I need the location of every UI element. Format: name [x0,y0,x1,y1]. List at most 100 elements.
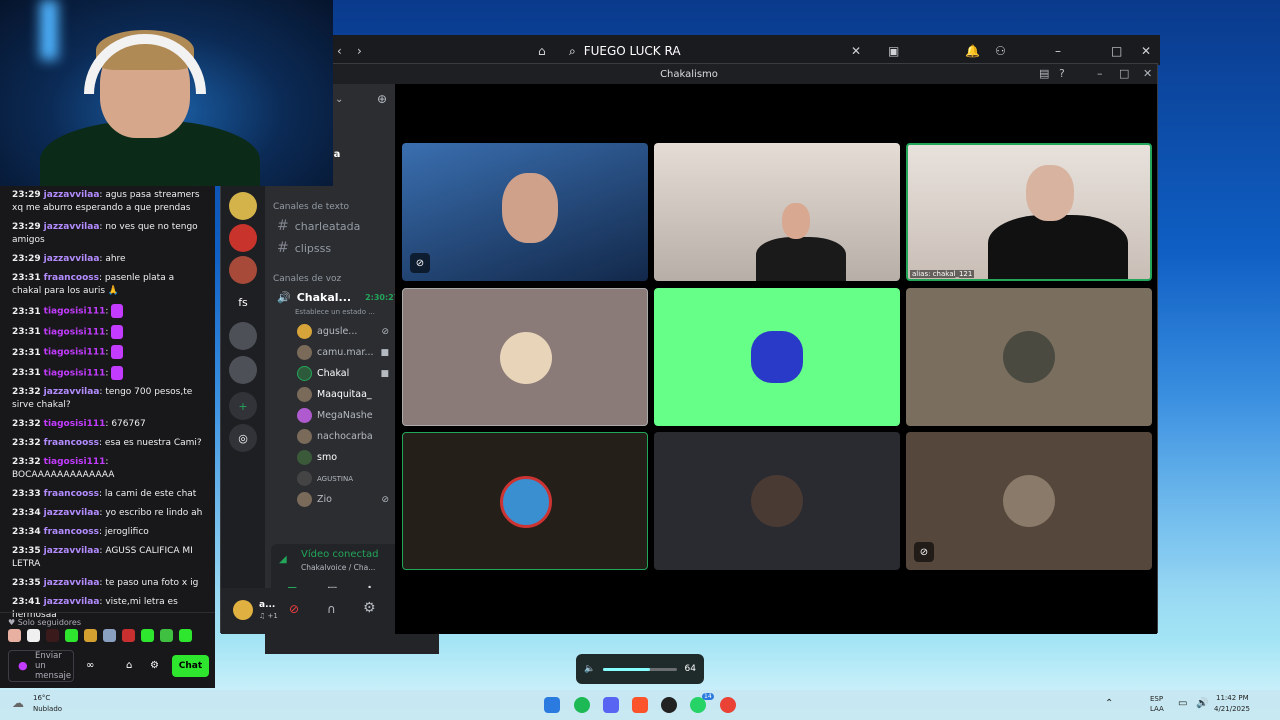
server-folder[interactable] [229,322,257,350]
emote[interactable] [179,629,192,642]
maximize-icon[interactable]: □ [1119,67,1129,80]
server-icon[interactable] [229,224,257,252]
minimize-icon[interactable]: – [1097,67,1103,80]
chat-username[interactable]: jazzavvilaa [44,578,100,588]
chat-username[interactable]: jazzavvilaa [44,597,100,607]
help-icon[interactable]: ? [1059,67,1065,80]
server-folder[interactable] [229,356,257,384]
language-indicator-2[interactable]: LAA [1150,705,1164,713]
video-tile[interactable]: ⊘ [906,432,1152,570]
emote[interactable] [160,629,173,642]
chat-username[interactable]: tiagosisi111 [44,348,106,358]
forward-icon[interactable]: › [357,44,362,58]
home-icon[interactable]: ⌂ [538,44,546,58]
start-icon[interactable] [544,697,560,713]
text-channels-header[interactable]: Canales de texto [273,202,349,212]
chat-username[interactable]: fraancooss [44,527,99,537]
video-tile[interactable] [402,432,648,570]
video-tile[interactable] [906,288,1152,426]
volume-slider[interactable] [603,667,677,671]
video-tile[interactable]: ⊘ [402,143,648,281]
clock-date[interactable]: 4/21/2025 [1214,705,1250,713]
chat-username[interactable]: tiagosisi111 [44,368,106,378]
invite-icon[interactable]: ⊕ [377,92,387,106]
avatar[interactable] [233,600,253,620]
channel-charleatada[interactable]: # charleatada [277,218,360,234]
tray-icon[interactable]: ▣ [888,44,899,58]
voice-status[interactable]: Establece un estado ... [295,308,375,316]
emote[interactable] [122,629,135,642]
infinity-icon[interactable]: ∞ [86,659,94,672]
back-icon[interactable]: ‹ [337,44,342,58]
cloud-icon[interactable]: ☁ [12,696,24,710]
chat-username[interactable]: jazzavvilaa [44,546,100,556]
emote[interactable] [27,629,40,642]
emote[interactable] [65,629,78,642]
chat-username[interactable]: tiagosisi111 [44,327,106,337]
chat-username[interactable]: tiagosisi111 [44,457,106,467]
emote[interactable] [84,629,97,642]
voice-user[interactable]: Maaquitaa_ [297,387,389,402]
voice-user[interactable]: camu.mar... ■ [297,345,389,360]
minimize-icon[interactable]: – [1055,44,1061,58]
speaker-icon[interactable]: 🔈 [584,664,595,674]
add-server-icon[interactable]: + [229,392,257,420]
chat-username[interactable]: fraancooss [44,438,99,448]
chevron-down-icon[interactable]: ⌄ [335,94,343,105]
video-tile[interactable] [654,288,900,426]
voice-user[interactable]: Zio ⊘ [297,492,389,507]
voice-channels-header[interactable]: Canales de voz [273,274,341,284]
server-icon[interactable] [229,256,257,284]
network-icon[interactable]: ▭ [1178,698,1187,709]
inbox-icon[interactable]: ▤ [1039,67,1049,80]
chat-username[interactable]: jazzavvilaa [44,254,100,264]
video-tile[interactable] [402,288,648,426]
headphones-icon[interactable]: ∩ [327,602,336,616]
emote[interactable] [141,629,154,642]
clock-time[interactable]: 11:42 PM [1216,694,1249,702]
mic-icon[interactable]: ● [18,659,28,672]
video-tile[interactable] [654,143,900,281]
volume-flyout[interactable]: 🔈 64 [576,654,704,684]
voice-user[interactable]: smo [297,450,389,465]
brave-icon[interactable] [632,697,648,713]
volume-icon[interactable]: 🔊 [1196,698,1208,709]
voice-user[interactable]: AGUSTINA [297,471,389,486]
chat-send-button[interactable]: Chat [172,655,209,677]
store-icon[interactable]: ⌂ [126,659,132,672]
language-indicator[interactable]: ESP [1150,695,1163,703]
chat-username[interactable]: fraancooss [44,489,99,499]
emote[interactable] [46,629,59,642]
chat-username[interactable]: jazzavvilaa [44,190,100,200]
chevron-up-icon[interactable]: ⌃ [1105,698,1113,709]
bell-icon[interactable]: 🔔 [965,44,980,58]
emote[interactable] [8,629,21,642]
voice-user[interactable]: Chakal ■ [297,366,389,381]
chat-username[interactable]: jazzavvilaa [44,387,100,397]
server-icon[interactable] [229,192,257,220]
mic-muted-icon[interactable]: ⊘ [289,602,299,616]
chat-username[interactable]: fraancooss [44,273,99,283]
close-icon[interactable]: ✕ [1141,44,1151,58]
maximize-icon[interactable]: □ [1111,44,1122,58]
video-tile[interactable] [654,432,900,570]
browser-search[interactable]: ⌕ FUEGO LUCK RA [569,41,869,61]
voice-user[interactable]: nachocarba [297,429,389,444]
channel-clipsss[interactable]: # clipsss [277,240,331,256]
clear-search-icon[interactable]: ✕ [851,44,861,58]
spotify-icon[interactable] [574,697,590,713]
gear-icon[interactable]: ⚙ [363,600,376,616]
discord-icon[interactable] [603,697,619,713]
voice-user[interactable]: MegaNashe [297,408,389,423]
video-tile[interactable]: alias: chakal_121 [906,143,1152,281]
chat-username[interactable]: jazzavvilaa [44,508,100,518]
chat-username[interactable]: tiagosisi111 [44,419,106,429]
voice-user[interactable]: agusle... ⊘ [297,324,389,339]
voice-channel[interactable]: 🔊 Chakal... 2:30:27 [277,291,399,304]
close-icon[interactable]: ✕ [1143,67,1152,80]
server-fs[interactable]: fs [229,288,257,316]
chrome-icon[interactable] [720,697,736,713]
emote[interactable] [103,629,116,642]
discover-icon[interactable]: ◎ [229,424,257,452]
weather-temp[interactable]: 16°C [33,694,50,702]
